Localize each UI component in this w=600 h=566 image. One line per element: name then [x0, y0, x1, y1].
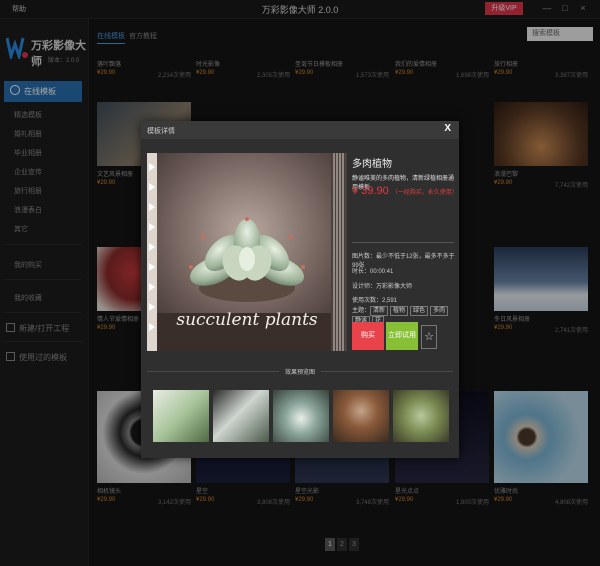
- info-duration: 时长：00:00:41: [352, 269, 394, 275]
- template-preview[interactable]: succulent plants: [147, 153, 347, 351]
- effect-thumbnail[interactable]: [273, 390, 329, 442]
- price-note: （一经购买，永久使用）: [391, 190, 458, 196]
- modal-title: 模板详情: [147, 128, 175, 135]
- preview-caption: succulent plants: [176, 310, 318, 330]
- tag[interactable]: 绿色: [410, 306, 429, 316]
- filmstrip-right: [331, 153, 347, 351]
- product-price: ¥ 39.90 （一经购买，永久使用）: [352, 185, 458, 197]
- tag[interactable]: 清新: [370, 306, 389, 316]
- effect-thumbnail[interactable]: [393, 390, 449, 442]
- favorite-star-icon[interactable]: ☆: [421, 325, 437, 349]
- buy-button[interactable]: 购买: [352, 322, 384, 350]
- succulent-preview-image: succulent plants: [147, 153, 347, 351]
- try-now-button[interactable]: 立即试用: [386, 322, 418, 350]
- modal-close-button[interactable]: X: [444, 123, 451, 134]
- template-detail-modal: 模板详情 X succulent plants 多肉植物 静谧唯美的多肉植物，清…: [141, 121, 459, 458]
- tags-label: 主题：: [352, 308, 371, 314]
- product-title: 多肉植物: [352, 159, 392, 170]
- effect-thumbnail[interactable]: [333, 390, 389, 442]
- modal-header: 模板详情 X: [141, 121, 459, 139]
- filmstrip-left: [147, 153, 157, 351]
- tag[interactable]: 多肉: [430, 306, 449, 316]
- effect-thumbnail[interactable]: [153, 390, 209, 442]
- effects-title: 效果预览图: [141, 367, 459, 376]
- info-use-count: 使用次数：2,591: [352, 298, 398, 304]
- info-designer: 设计师：万彩影像大师: [352, 284, 413, 290]
- tag[interactable]: 植物: [390, 306, 409, 316]
- effect-thumbnail[interactable]: [213, 390, 269, 442]
- info-divider: [352, 242, 454, 243]
